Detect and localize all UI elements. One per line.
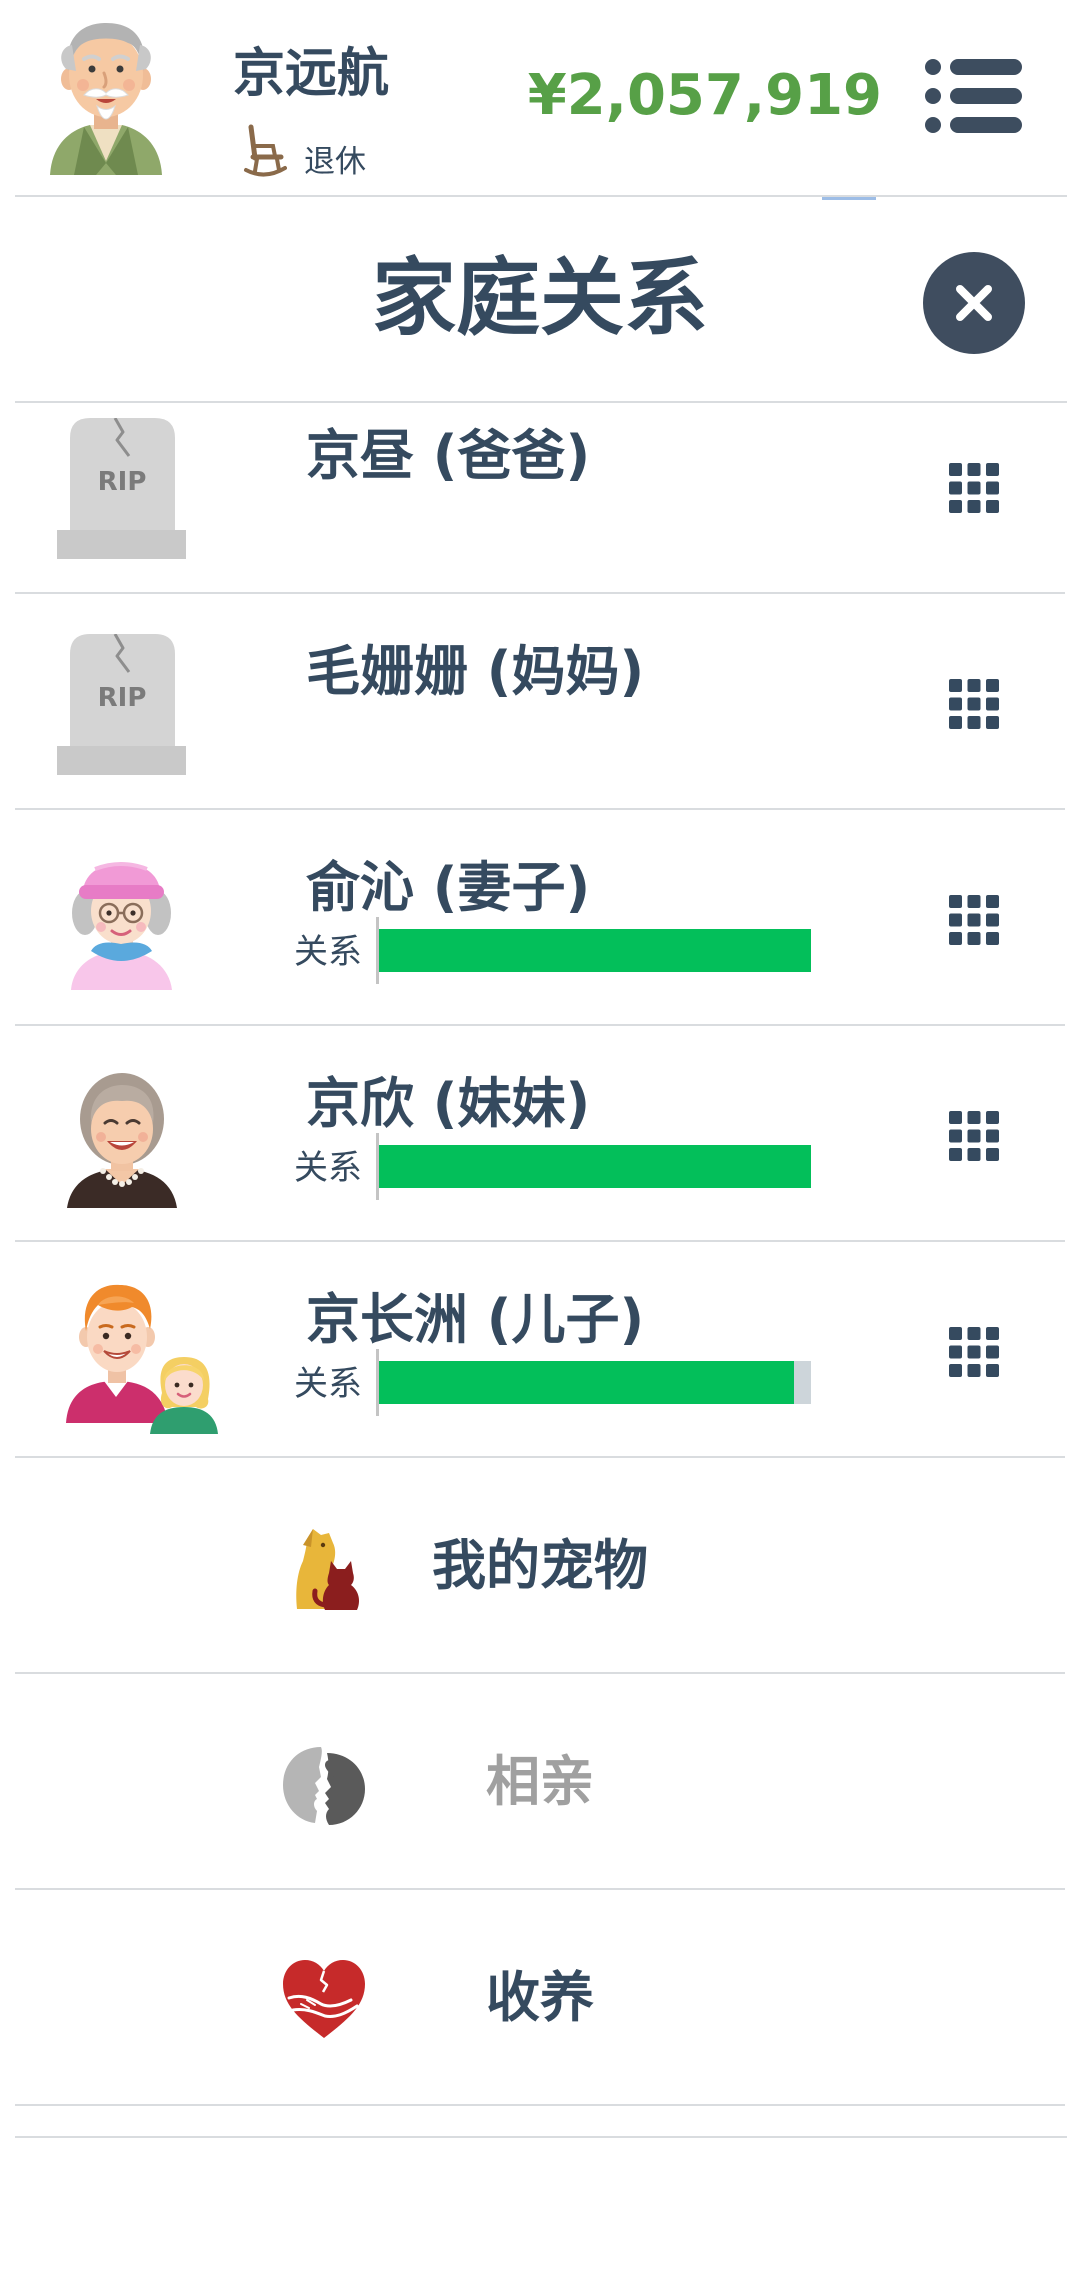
grandpa-avatar-icon [50, 23, 162, 175]
panel-title: 家庭关系 [371, 249, 708, 347]
relationship-bar-fill [379, 1145, 811, 1188]
member-options-button[interactable] [929, 659, 1019, 749]
member-options-button[interactable] [929, 1091, 1019, 1181]
man-and-child-avatar-icon [64, 1281, 218, 1434]
player-name: 京远航 [233, 44, 390, 104]
my-pets-button[interactable]: 我的宠物 [0, 1458, 1080, 1674]
dating-button[interactable]: 相亲 [0, 1674, 1080, 1890]
member-options-button[interactable] [929, 875, 1019, 965]
close-button[interactable] [923, 252, 1025, 354]
elderly-woman-avatar-icon [65, 1063, 179, 1208]
adoption-label: 收养 [486, 1966, 594, 2029]
family-member-name: 俞沁 (妻子) [306, 856, 591, 919]
money-balance: ¥2,057,919 [527, 63, 882, 128]
grid-menu-icon [949, 679, 999, 729]
dating-label: 相亲 [486, 1750, 594, 1813]
family-member-row-sister[interactable]: 京欣 (妹妹) 关系 [0, 1026, 1080, 1242]
relationship-bar [379, 1361, 811, 1404]
family-member-name: 京昼 (爸爸) [306, 424, 591, 487]
relationship-label: 关系 [294, 1364, 362, 1404]
grid-menu-icon [949, 1327, 999, 1377]
grid-menu-icon [949, 1111, 999, 1161]
relationship-bar [379, 1145, 811, 1188]
tombstone-icon: RIP [57, 417, 186, 559]
tab-indicator [822, 197, 876, 200]
tombstone-text: RIP [98, 467, 147, 497]
family-member-name: 京欣 (妹妹) [306, 1072, 591, 1135]
relationship-bar-fill [379, 929, 811, 972]
main-menu-button[interactable] [914, 48, 1034, 144]
family-relations-screen: 京远航 退休 ¥2,057,919 家庭关系 RIP 京昼 (爸爸) RIP 毛… [0, 0, 1080, 2280]
grid-menu-icon [949, 463, 999, 513]
player-status: 退休 [304, 144, 366, 180]
relationship-bar [379, 929, 811, 972]
tombstone-icon: RIP [57, 633, 186, 775]
elderly-woman-pink-hat-avatar-icon [65, 847, 178, 990]
adoption-button[interactable]: 收养 [0, 1890, 1080, 2106]
rocking-chair-icon [243, 124, 287, 179]
relationship-label: 关系 [294, 1148, 362, 1188]
relationship-label: 关系 [294, 932, 362, 972]
grid-menu-icon [949, 895, 999, 945]
member-options-button[interactable] [929, 1307, 1019, 1397]
family-member-name: 毛姗姗 (妈妈) [306, 640, 645, 703]
family-member-row-son[interactable]: 京长洲 (儿子) 关系 [0, 1242, 1080, 1458]
tombstone-text: RIP [98, 683, 147, 713]
family-member-row-mother[interactable]: RIP 毛姗姗 (妈妈) [0, 594, 1080, 810]
family-member-row-wife[interactable]: 俞沁 (妻子) 关系 [0, 810, 1080, 1026]
player-avatar[interactable] [44, 15, 168, 175]
relationship-bar-fill [379, 1361, 794, 1404]
close-icon [956, 285, 992, 321]
menu-list-icon [925, 59, 1022, 133]
family-list[interactable]: RIP 京昼 (爸爸) RIP 毛姗姗 (妈妈) 俞沁 (妻子) 关系 京欣 (… [0, 403, 1080, 2139]
family-member-row-father[interactable]: RIP 京昼 (爸爸) [0, 403, 1080, 594]
member-options-button[interactable] [929, 443, 1019, 533]
my-pets-label: 我的宠物 [432, 1534, 648, 1597]
family-member-name: 京长洲 (儿子) [306, 1288, 645, 1351]
